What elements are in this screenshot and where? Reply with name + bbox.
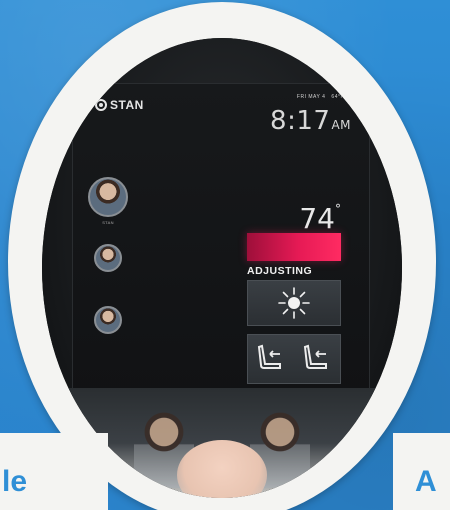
sun-icon (278, 287, 310, 319)
cabin-photo: STAN FRI MAY 4 64°F 72° 8:17AM STAN 74° … (42, 38, 402, 498)
seat-heat-right-icon[interactable] (302, 342, 332, 376)
avatar (94, 306, 122, 334)
temperature-unit: ° (335, 202, 341, 216)
status-date: FRI MAY 4 (296, 94, 326, 100)
climate-sun-button[interactable] (247, 280, 341, 326)
brand-logo: STAN (95, 98, 144, 112)
infotainment-screen: STAN FRI MAY 4 64°F 72° 8:17AM STAN 74° … (72, 83, 370, 403)
avatar (88, 177, 128, 217)
stan-logo-icon (95, 99, 107, 111)
clock: 8:17AM (270, 106, 351, 136)
temperature-value: 74 (299, 202, 335, 235)
clock-ampm: AM (331, 118, 351, 132)
profile-item-3[interactable] (73, 306, 143, 337)
slide-label-right[interactable]: A (393, 433, 450, 510)
clock-time: 8:17 (270, 106, 331, 136)
avatar (94, 244, 122, 272)
status-bar: FRI MAY 4 64°F 72° (297, 94, 355, 100)
profile-label: STAN (102, 220, 114, 225)
profile-item-stan[interactable]: STAN (73, 177, 143, 225)
heat-indicator-bar (247, 233, 341, 261)
seat-heat-left-icon[interactable] (256, 342, 286, 376)
adjusting-label: ADJUSTING (247, 265, 313, 277)
profile-item-2[interactable] (73, 244, 143, 275)
seat-heat-controls (247, 334, 341, 384)
slide-label-left[interactable]: le (0, 433, 108, 510)
temperature-readout: 74° (299, 202, 341, 235)
logo-text: STAN (110, 98, 144, 112)
status-temps: 64°F 72° (331, 94, 355, 100)
